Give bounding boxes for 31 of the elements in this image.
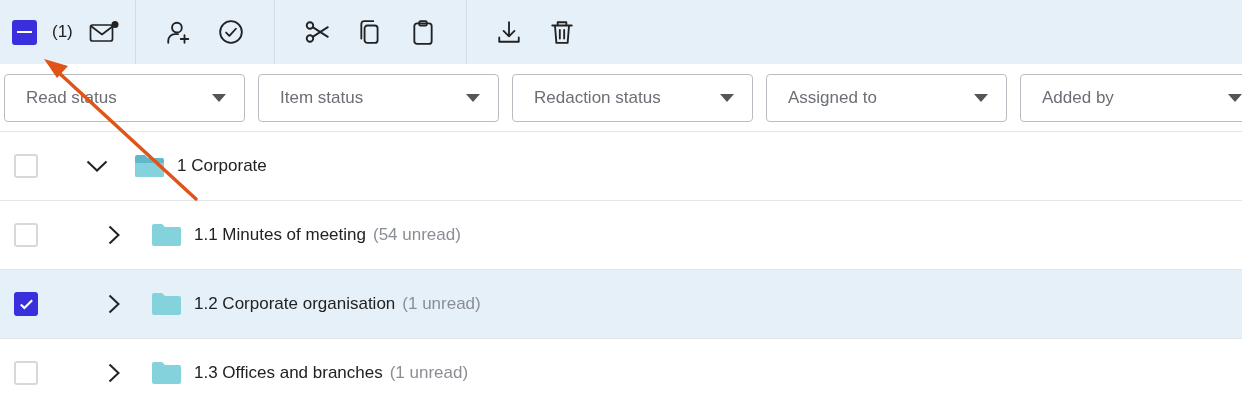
filter-dropdown[interactable]: Added by xyxy=(1020,73,1242,122)
folder-icon xyxy=(152,293,181,315)
unread-count: (54 unread) xyxy=(373,224,461,247)
folder-name[interactable]: 1.3 Offices and branches xyxy=(194,360,383,386)
trash-icon[interactable] xyxy=(548,18,576,46)
chevron-right-icon[interactable] xyxy=(108,363,120,383)
download-icon[interactable] xyxy=(495,18,523,46)
chevron-right-icon[interactable] xyxy=(108,294,120,314)
dropdown-caret-icon xyxy=(466,93,480,102)
row-checkbox[interactable] xyxy=(14,292,38,316)
filter-dropdown[interactable]: Item status xyxy=(258,73,499,122)
dropdown-caret-icon xyxy=(974,93,988,102)
filter-dropdown[interactable]: Assigned to xyxy=(766,73,1007,122)
scissors-icon[interactable] xyxy=(303,18,331,46)
mail-icon[interactable] xyxy=(88,19,119,45)
selected-count: (1) xyxy=(52,21,73,44)
chevron-right-icon[interactable] xyxy=(108,225,120,245)
dropdown-caret-icon xyxy=(212,93,226,102)
dropdown-caret-icon xyxy=(720,93,734,102)
folder-name[interactable]: 1.2 Corporate organisation xyxy=(194,291,396,317)
dropdown-caret-icon xyxy=(1228,93,1242,102)
unread-count: (1 unread) xyxy=(389,362,469,385)
folder-icon xyxy=(152,224,181,246)
filter-dropdown[interactable]: Redaction status xyxy=(512,73,753,122)
folder-name[interactable]: 1.1 Minutes of meeting xyxy=(194,222,366,248)
select-all-checkbox[interactable] xyxy=(12,19,37,45)
chevron-down-icon[interactable] xyxy=(86,160,108,172)
folder-icon xyxy=(152,362,181,384)
check-circle-icon[interactable] xyxy=(217,18,245,46)
folder-name[interactable]: 1 Corporate xyxy=(177,153,267,179)
unread-count: (1 unread) xyxy=(402,293,481,316)
